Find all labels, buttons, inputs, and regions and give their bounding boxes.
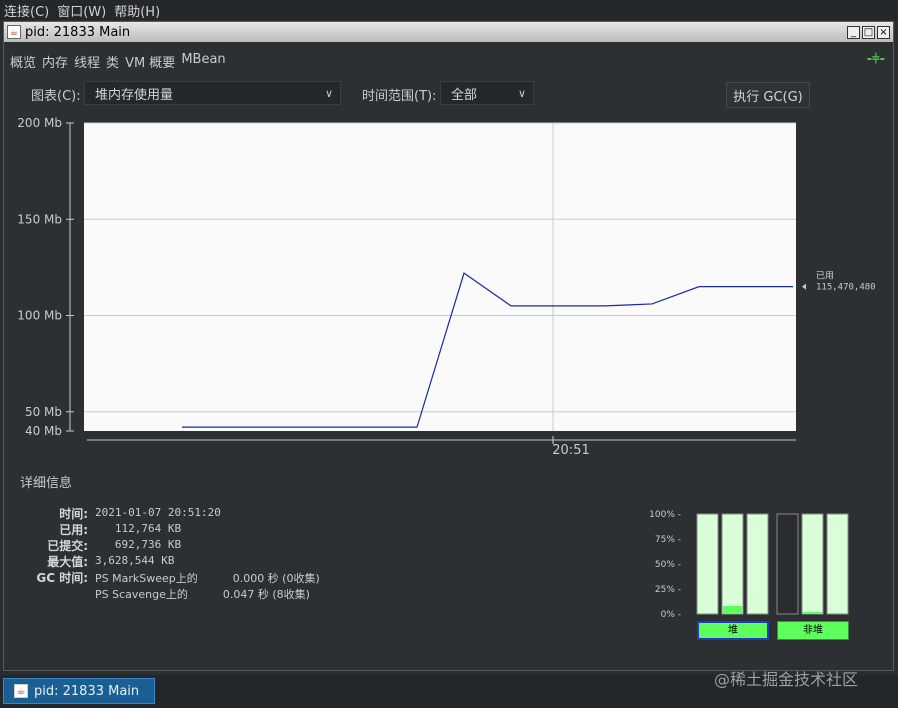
time-range-label: 时间范围(T):	[362, 89, 437, 104]
menu-help[interactable]: 帮助(H)	[110, 1, 164, 20]
chevron-down-icon: ∨	[517, 86, 527, 100]
tab-threads[interactable]: 线程	[74, 52, 100, 71]
window-title: pid: 21833 Main	[25, 24, 131, 40]
series-value: 115,470,480	[816, 283, 876, 293]
plot-area	[84, 123, 796, 431]
y-tick-label: 40 Mb	[25, 424, 62, 438]
tab-memory[interactable]: 内存	[42, 52, 68, 71]
y-tick-label: 150 Mb	[17, 212, 62, 226]
taskbar-item-label: pid: 21833 Main	[34, 683, 140, 699]
heap-pool-used[interactable]	[748, 613, 767, 614]
tab-overview[interactable]: 概览	[10, 52, 36, 71]
perform-gc-button[interactable]: 执行 GC(G)	[726, 82, 810, 108]
chevron-down-icon: ∨	[324, 86, 334, 100]
menu-connection[interactable]: 连接(C)	[0, 1, 53, 20]
internal-window: ☕ pid: 21833 Main _ □ × 概览 内存 线程 类 VM 概要…	[3, 21, 894, 671]
x-tick-label: 20:51	[552, 443, 589, 454]
max-value: 3,628,544 KB	[95, 554, 175, 567]
nonheap-pool-used[interactable]	[803, 612, 822, 614]
nonheap-pool-button[interactable]: 非堆	[777, 621, 849, 640]
used-value: 112,764 KB	[95, 522, 182, 535]
nonheap-pool-bar[interactable]	[801, 513, 824, 615]
minimize-icon[interactable]: _	[847, 25, 860, 39]
tab-mbean[interactable]: MBean	[181, 52, 225, 71]
time-range-value: 全部	[451, 87, 478, 103]
chart-select-value: 堆内存使用量	[95, 87, 174, 103]
chart-select[interactable]: 堆内存使用量 ∨	[84, 81, 341, 105]
watermark: @稀土掘金技术社区	[714, 670, 859, 689]
heap-pool-bar[interactable]	[721, 513, 744, 615]
taskbar-item[interactable]: ☕ pid: 21833 Main	[3, 678, 155, 704]
time-label: 时间:	[59, 507, 88, 521]
gc-row-marksweep: PS MarkSweep上的 0.000 秒 (0收集)	[95, 572, 320, 585]
menu-bar: 连接(C) 窗口(W) 帮助(H)	[0, 0, 898, 20]
connection-status-icon: -⫩-	[866, 52, 885, 67]
java-icon: ☕	[14, 684, 28, 698]
gc-row-scavenge: PS Scavenge上的 0.047 秒 (8收集)	[95, 588, 310, 601]
menu-window[interactable]: 窗口(W)	[53, 1, 110, 20]
series-label: 已用	[816, 271, 834, 282]
used-label: 已用:	[59, 523, 88, 537]
heap-pool-bar[interactable]	[746, 513, 769, 615]
close-icon[interactable]: ×	[877, 25, 890, 39]
pool-tick-25: 25% -	[654, 585, 681, 595]
details-title: 详细信息	[20, 476, 73, 491]
y-tick-label: 50 Mb	[25, 405, 62, 419]
tab-vm-summary[interactable]: VM 概要	[125, 52, 175, 71]
nonheap-pool-bar[interactable]	[826, 513, 849, 615]
max-label: 最大值:	[47, 555, 88, 569]
tab-classes[interactable]: 类	[106, 52, 119, 71]
pool-tick-0: 0% -	[660, 610, 681, 620]
chart-select-label: 图表(C):	[31, 89, 81, 104]
time-range-select[interactable]: 全部 ∨	[440, 81, 534, 105]
nonheap-pool-bar[interactable]	[776, 513, 799, 615]
heap-pool-used[interactable]	[723, 606, 742, 614]
heap-pool-button[interactable]: 堆	[697, 621, 769, 640]
y-tick-label: 100 Mb	[17, 309, 62, 323]
series-marker-icon	[802, 283, 806, 290]
tab-bar: 概览 内存 线程 类 VM 概要 MBean	[10, 52, 226, 71]
gc-time-label: GC 时间:	[36, 571, 88, 585]
pool-tick-100: 100% -	[649, 510, 681, 520]
committed-value: 692,736 KB	[95, 538, 182, 551]
y-tick-label: 200 Mb	[17, 116, 62, 130]
pool-tick-75: 75% -	[654, 535, 681, 545]
java-icon: ☕	[7, 25, 21, 39]
heap-pool-bar[interactable]	[696, 513, 719, 615]
pool-tick-50: 50% -	[654, 560, 681, 570]
window-titlebar[interactable]: ☕ pid: 21833 Main _ □ ×	[4, 22, 893, 42]
committed-label: 已提交:	[47, 539, 88, 553]
time-value: 2021-01-07 20:51:20	[95, 506, 221, 519]
heap-usage-chart: 200 Mb 150 Mb 100 Mb 50 Mb 40 Mb 20:51 已用115,4…	[17, 116, 876, 454]
maximize-icon[interactable]: □	[862, 25, 875, 39]
